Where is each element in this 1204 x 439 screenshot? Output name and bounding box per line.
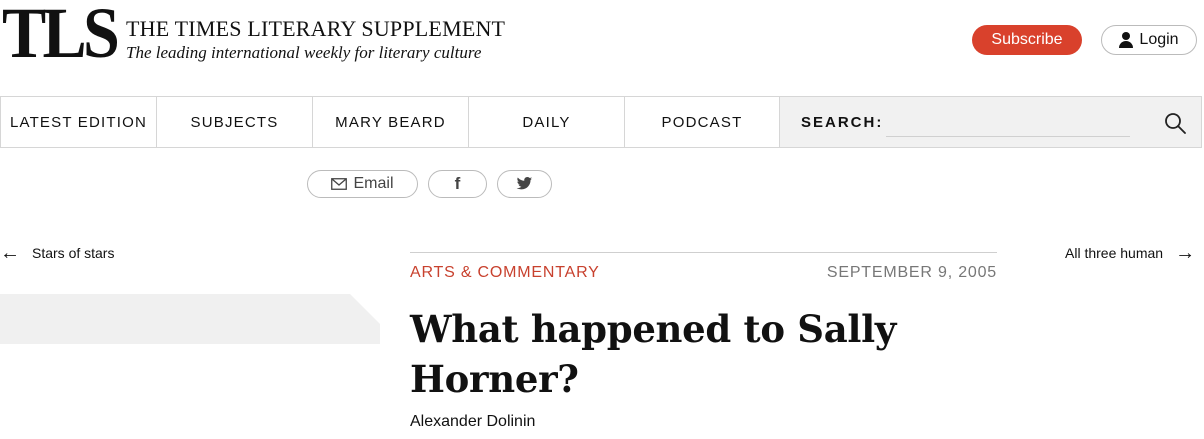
facebook-icon: f bbox=[454, 174, 461, 193]
share-email-button[interactable]: Email bbox=[307, 170, 418, 198]
arrow-left-icon: ← bbox=[0, 242, 20, 264]
nav-item-subjects[interactable]: SUBJECTS bbox=[157, 97, 313, 147]
nav-item-mary-beard[interactable]: MARY BEARD bbox=[313, 97, 469, 147]
article-author[interactable]: Alexander Dolinin bbox=[410, 413, 535, 431]
article-category[interactable]: ARTS & COMMENTARY bbox=[410, 264, 600, 282]
nav-item-label: LATEST EDITION bbox=[9, 113, 148, 131]
main-nav: LATEST EDITION SUBJECTS MARY BEARD DAILY… bbox=[0, 96, 1202, 148]
prev-article-link[interactable]: ← Stars of stars bbox=[0, 242, 115, 264]
nav-item-latest-edition[interactable]: LATEST EDITION bbox=[1, 97, 157, 147]
search-icon[interactable] bbox=[1163, 111, 1187, 135]
nav-item-label: DAILY bbox=[522, 113, 571, 131]
masthead-tagline: The leading international weekly for lit… bbox=[126, 43, 482, 62]
subscribe-button[interactable]: Subscribe bbox=[972, 25, 1082, 55]
login-label: Login bbox=[1139, 31, 1179, 48]
arrow-right-icon: → bbox=[1175, 242, 1196, 264]
nav-item-label: PODCAST bbox=[661, 113, 743, 131]
nav-item-label: MARY BEARD bbox=[335, 113, 446, 131]
nav-item-daily[interactable]: DAILY bbox=[469, 97, 625, 147]
subscribe-label: Subscribe bbox=[991, 31, 1063, 48]
divider bbox=[410, 252, 997, 253]
article-headline: What happened to Sally Horner? bbox=[410, 307, 897, 401]
search-label: SEARCH: bbox=[801, 114, 884, 131]
share-facebook-button[interactable]: f bbox=[428, 170, 487, 198]
masthead-title: THE TIMES LITERARY SUPPLEMENT bbox=[126, 16, 506, 41]
twitter-icon bbox=[516, 177, 533, 190]
search-bar: SEARCH: bbox=[780, 97, 1201, 147]
tls-logo[interactable]: TLS bbox=[2, 0, 120, 69]
prev-article-label: Stars of stars bbox=[32, 245, 115, 261]
next-article-link[interactable]: All three human → bbox=[1065, 242, 1196, 264]
share-twitter-button[interactable] bbox=[497, 170, 552, 198]
envelope-icon bbox=[331, 178, 348, 190]
search-input[interactable] bbox=[886, 111, 1130, 137]
next-article-label: All three human bbox=[1065, 245, 1164, 261]
decorative-banner bbox=[0, 294, 380, 344]
article-date: SEPTEMBER 9, 2005 bbox=[826, 264, 997, 281]
login-button[interactable]: Login bbox=[1101, 25, 1197, 55]
share-email-label: Email bbox=[353, 175, 394, 192]
user-icon bbox=[1119, 32, 1134, 48]
nav-item-label: SUBJECTS bbox=[190, 113, 279, 131]
nav-item-podcast[interactable]: PODCAST bbox=[625, 97, 780, 147]
